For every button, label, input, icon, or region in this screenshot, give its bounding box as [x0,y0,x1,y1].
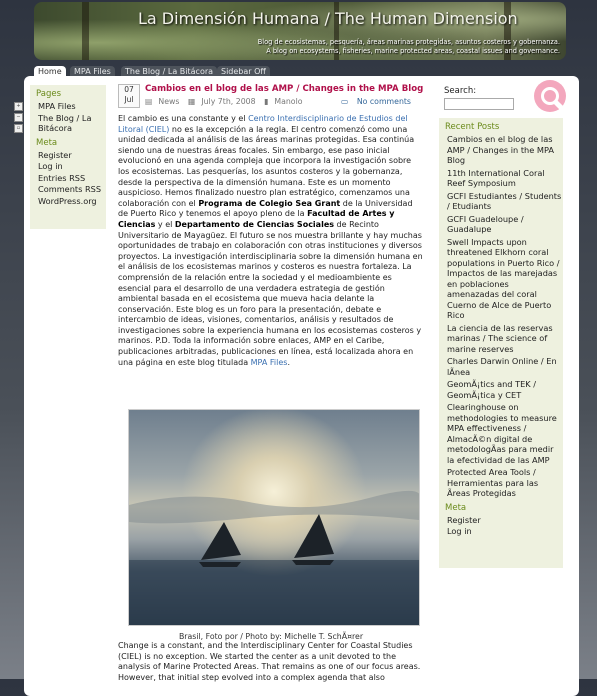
post-date: July 7th, 2008 [201,97,256,106]
meta-list: Register Log in Entries RSS Comments RSS… [38,150,106,207]
recent-post-link[interactable]: Clearinghouse on methodologies to measur… [447,402,563,465]
meta-heading: Meta [36,137,58,148]
post-comments-link[interactable]: ▭ No comments [341,97,417,106]
right-sidebar: Recent Posts Cambios en el blog de las A… [439,118,563,568]
right-meta-login-link[interactable]: Log in [447,526,563,537]
header-trunk-decoration [82,2,89,60]
recent-post-link[interactable]: Swell Impacts upon threatened Elkhorn co… [447,237,563,321]
link-ccs[interactable]: Interdisciplinary Center for Coastal Stu… [241,641,413,650]
post-date-badge: 07 Jul [118,84,140,108]
recent-post-link[interactable]: GCFI Guadeloupe / Guadalupe [447,214,563,235]
post-author: Manolo [274,97,303,106]
post-meta: ▤ News ▦ July 7th, 2008 ▮ Manolo ▭ No comme… [145,97,429,106]
link-ciel[interactable]: Centro Interdisciplinario de Estudios de… [118,114,408,134]
author-icon: ▮ [264,97,269,106]
right-meta-heading: Meta [445,502,467,513]
recent-posts-heading: Recent Posts [445,122,500,132]
post-category[interactable]: News [158,97,179,106]
program-sea-grant: Programa de Colegio Sea Grant [198,198,341,208]
content-container: Pages MPA Files The Blog / La Bitácora M… [24,76,579,696]
post-day: 07 [124,85,134,94]
font-increase-icon[interactable]: + [14,102,23,111]
post-photo-sailboats [128,409,421,626]
sailboats-illustration [129,490,421,625]
calendar-icon: ▦ [187,97,196,106]
meta-comments-rss-link[interactable]: Comments RSS [38,184,106,195]
link-mpa-files[interactable]: MPA Files [251,358,288,367]
page-link-the-blog[interactable]: The Blog / La Bitácora [38,113,106,134]
category-icon: ▤ [145,97,153,106]
recent-post-link[interactable]: La ciencia de las reservas marinas / The… [447,323,563,355]
pages-heading: Pages [36,89,62,99]
meta-wordpress-link[interactable]: WordPress.org [38,196,106,207]
photo-caption: Brasil, Foto por / Photo by: Michelle T.… [178,632,364,641]
site-header: La Dimensión Humana / The Human Dimensio… [34,2,566,60]
post-title[interactable]: Cambios en el blog de las AMP / Changes … [145,84,423,94]
meta-login-link[interactable]: Log in [38,161,106,172]
recent-posts-list: Cambios en el blog de las AMP / Changes … [447,134,563,499]
post-month: Jul [124,95,134,104]
page-link-mpa-files[interactable]: MPA Files [38,101,106,112]
recent-post-link[interactable]: GeomÃ¡tics and TEK / GeomÃ¡tica y CET [447,379,563,400]
site-description: Blog de ecosistemas, pesquería, áreas ma… [258,38,560,56]
font-size-controls: + − ▫ [14,102,23,135]
site-description-en: A blog on ecosystems, fisheries, marine … [266,47,560,55]
recent-post-link[interactable]: Protected Area Tools / Herramientas para… [447,467,563,499]
search-label: Search: [444,86,477,96]
pages-list: MPA Files The Blog / La Bitácora [38,101,106,134]
site-title[interactable]: La Dimensión Humana / The Human Dimensio… [138,9,518,28]
recent-post-link[interactable]: Charles Darwin Online / En lÃnea [447,356,563,377]
left-sidebar: Pages MPA Files The Blog / La Bitácora M… [30,85,106,229]
recent-post-link[interactable]: Cambios en el blog de las AMP / Changes … [447,134,563,166]
department-name: Departamento de Ciencias Sociales [174,219,334,229]
comment-icon: ▭ [340,97,351,106]
post-body-es: El cambio es una constante y el Centro I… [118,114,423,367]
post-body-en: Change is a constant, and the Interdisci… [118,641,421,682]
font-decrease-icon[interactable]: − [14,113,23,122]
meta-entries-rss-link[interactable]: Entries RSS [38,173,106,184]
recent-post-link[interactable]: 11th International Coral Reef Symposium [447,168,563,189]
right-meta-register-link[interactable]: Register [447,515,563,526]
search-icon[interactable] [534,80,566,112]
recent-post-link[interactable]: GCFI Estudiantes / Students / Etudiants [447,191,563,212]
site-description-es: Blog de ecosistemas, pesquería, áreas ma… [257,38,560,46]
search-input[interactable] [444,98,514,110]
right-meta-list: Register Log in [447,515,563,537]
print-icon[interactable]: ▫ [14,124,23,133]
post-comments-label[interactable]: No comments [357,97,411,106]
meta-register-link[interactable]: Register [38,150,106,161]
